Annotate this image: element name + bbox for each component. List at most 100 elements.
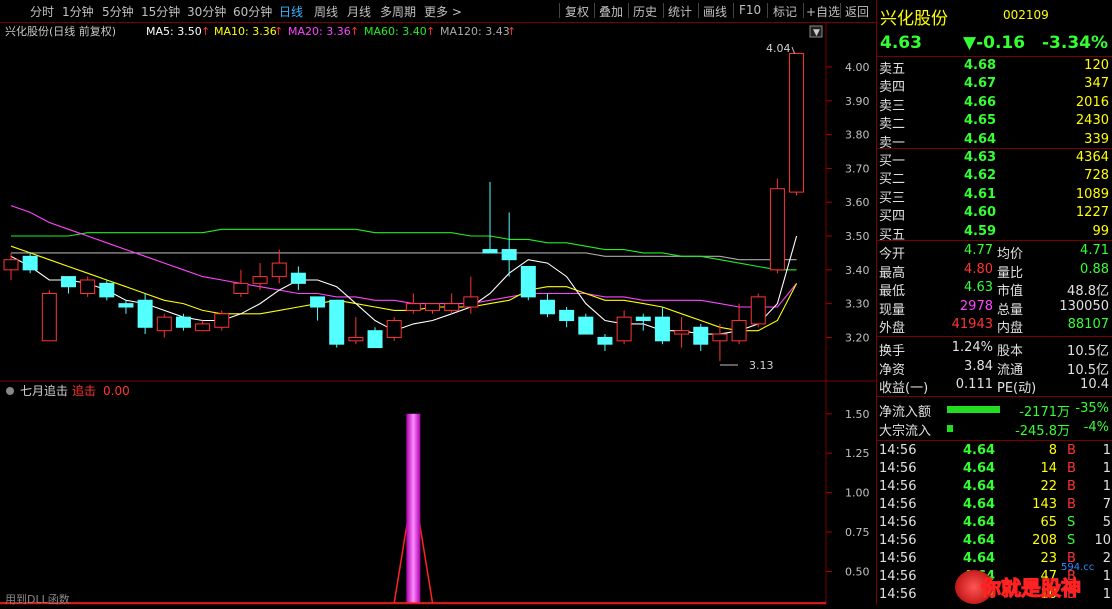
stat-label: 量比: [997, 265, 1024, 281]
add-watchlist-button[interactable]: +自选: [806, 3, 840, 20]
divider: [877, 148, 1112, 149]
y-axis-tick-label: 3.30: [845, 298, 870, 311]
candle-body[interactable]: [329, 299, 345, 345]
candle-body[interactable]: [195, 323, 211, 332]
tab-15min[interactable]: 15分钟: [141, 3, 180, 20]
fundamental-label: 股本: [997, 344, 1024, 359]
order-level-label: 买二: [879, 172, 906, 188]
y-axis-tick-label: 4.00: [845, 61, 870, 74]
candle-body[interactable]: [233, 282, 249, 294]
tab-monthly[interactable]: 月线: [347, 3, 371, 20]
candle-body[interactable]: [22, 255, 38, 271]
order-level-label: 买一: [879, 154, 906, 169]
toolbar-divider: [767, 3, 768, 18]
y-axis-tick-label: 3.40: [845, 264, 870, 277]
tab-60min[interactable]: 60分钟: [233, 3, 272, 20]
stat-value: 48.8亿: [1067, 284, 1109, 299]
fundamental-label: PE(动): [997, 381, 1037, 396]
toolbar-divider: [803, 3, 804, 18]
order-level-volume: 728: [1084, 168, 1109, 184]
candle-body[interactable]: [597, 336, 613, 345]
candle-body[interactable]: [41, 293, 57, 342]
candle-body[interactable]: [559, 309, 575, 322]
kline-chart-svg: 兴化股份(日线 前复权) MA5: 3.50 ↑ MA10: 3.36 ↑ MA…: [0, 22, 876, 606]
fundamental-value: 3.84: [964, 358, 993, 374]
candle-body[interactable]: [444, 303, 460, 311]
order-level-label: 卖五: [879, 62, 906, 77]
period-toolbar: 分时 1分钟 5分钟 15分钟 30分钟 60分钟 日线 周线 月线 多周期 更…: [0, 0, 876, 23]
order-level-volume: 1227: [1075, 205, 1109, 221]
candle-body[interactable]: [731, 320, 747, 342]
tab-daily[interactable]: 日线: [279, 3, 303, 20]
tick-volume: 22: [1040, 479, 1057, 494]
draw-line-button[interactable]: 画线: [703, 3, 727, 20]
candle-body[interactable]: [674, 330, 690, 335]
candle-body[interactable]: [118, 303, 134, 308]
stat-label: 外盘: [879, 321, 906, 336]
kline-chart-area[interactable]: 兴化股份(日线 前复权) MA5: 3.50 ↑ MA10: 3.36 ↑ MA…: [0, 22, 876, 606]
candle-body[interactable]: [501, 249, 517, 261]
candle-body[interactable]: [463, 296, 479, 308]
toolbar-divider: [628, 3, 629, 18]
candle-body[interactable]: [386, 320, 402, 338]
tab-30min[interactable]: 30分钟: [187, 3, 226, 20]
overlay-button[interactable]: 叠加: [599, 3, 623, 20]
candle-body[interactable]: [290, 272, 306, 284]
candle-body[interactable]: [405, 303, 421, 311]
tab-1min[interactable]: 1分钟: [62, 3, 94, 20]
tick-side: B: [1067, 443, 1076, 458]
candle-body[interactable]: [348, 336, 364, 342]
statistics-button[interactable]: 统计: [668, 3, 692, 20]
candle-body[interactable]: [635, 316, 651, 322]
candle-body[interactable]: [175, 316, 191, 328]
candle-body[interactable]: [425, 303, 441, 311]
flow-amount: -245.8万: [1015, 424, 1070, 439]
indicator-bar[interactable]: [406, 413, 421, 603]
candle-body[interactable]: [520, 265, 536, 298]
candle-body[interactable]: [137, 299, 153, 328]
tab-5min[interactable]: 5分钟: [102, 3, 134, 20]
candle-body[interactable]: [789, 53, 805, 193]
order-level-label: 买四: [879, 209, 906, 225]
candle-body[interactable]: [750, 296, 766, 325]
candle-body[interactable]: [214, 313, 230, 328]
tab-more[interactable]: 更多 >: [424, 3, 462, 20]
candle-body[interactable]: [60, 276, 76, 288]
sub-y-axis-tick-label: 0.75: [845, 526, 870, 539]
candle-body[interactable]: [539, 299, 555, 315]
candle-body[interactable]: [310, 296, 326, 308]
candle-body[interactable]: [578, 316, 594, 335]
candle-body[interactable]: [482, 249, 498, 254]
stat-label: 均价: [997, 247, 1024, 262]
mark-button[interactable]: 标记: [773, 3, 797, 20]
candle-body[interactable]: [156, 316, 172, 332]
candle-body[interactable]: [99, 282, 115, 298]
candle-body[interactable]: [252, 276, 268, 284]
candle-body[interactable]: [80, 279, 96, 295]
indicator-title: 七月追击: [20, 383, 68, 398]
candle-body[interactable]: [769, 188, 785, 271]
candle-body[interactable]: [693, 326, 709, 345]
tab-timeshare[interactable]: 分时: [30, 3, 54, 20]
adjust-button[interactable]: 复权: [565, 3, 589, 20]
flow-amount: -2171万: [1019, 405, 1070, 420]
toolbar-divider: [663, 3, 664, 18]
candle-body[interactable]: [367, 330, 383, 349]
candle-body[interactable]: [3, 259, 19, 271]
flow-percent: -35%: [1075, 401, 1109, 416]
candle-body[interactable]: [712, 333, 728, 342]
tab-multi-period[interactable]: 多周期: [380, 3, 416, 20]
candle-body[interactable]: [654, 316, 670, 342]
candle-body[interactable]: [616, 316, 632, 342]
ma5-arrow: ↑: [201, 25, 210, 38]
candle-body[interactable]: [271, 262, 287, 278]
tab-weekly[interactable]: 周线: [314, 3, 338, 20]
history-button[interactable]: 历史: [633, 3, 657, 20]
tick-volume: 14: [1040, 461, 1057, 476]
order-level-price: 4.65: [964, 113, 997, 129]
order-level-price: 4.64: [964, 131, 997, 147]
y-axis-tick-label: 3.70: [845, 162, 870, 175]
collapse-icon[interactable]: [6, 387, 14, 395]
back-button[interactable]: 返回: [845, 3, 869, 20]
f10-button[interactable]: F10: [739, 3, 761, 17]
